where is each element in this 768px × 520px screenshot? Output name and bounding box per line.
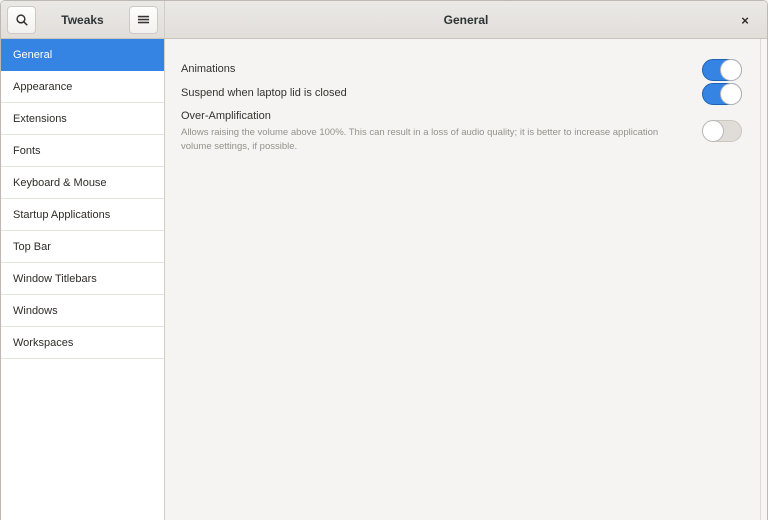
over-amplification-toggle[interactable] [702,120,742,142]
setting-label: Animations [181,62,688,76]
suspend-lid-toggle[interactable] [702,83,742,105]
main-panel: General × Animations Suspend when laptop… [165,1,767,520]
sidebar-item-label: Windows [13,305,58,317]
setting-text: Suspend when laptop lid is closed [181,86,702,100]
sidebar-item-label: Startup Applications [13,209,110,221]
hamburger-menu-icon [137,13,150,26]
setting-row-over-amplification: Over-Amplification Allows raising the vo… [181,109,742,153]
main-headerbar: General × [165,1,767,39]
tweaks-window: Tweaks General Appearance Extensions Fon… [0,0,768,520]
close-icon: × [741,14,749,27]
setting-description: Allows raising the volume above 100%. Th… [181,126,688,153]
sidebar-list: General Appearance Extensions Fonts Keyb… [1,39,164,520]
content-wrap: Animations Suspend when laptop lid is cl… [165,39,767,520]
toggle-knob [702,120,724,142]
setting-row-animations: Animations [181,58,742,81]
sidebar-item-label: Appearance [13,81,72,93]
sidebar-item-top-bar[interactable]: Top Bar [1,231,164,263]
setting-label: Over-Amplification [181,109,688,123]
sidebar-item-general[interactable]: General [1,39,164,71]
page-title: General [444,13,489,27]
sidebar-item-label: Top Bar [13,241,51,253]
sidebar-item-workspaces[interactable]: Workspaces [1,327,164,359]
menu-button[interactable] [129,6,158,34]
search-button[interactable] [7,6,36,34]
sidebar-item-window-titlebars[interactable]: Window Titlebars [1,263,164,295]
sidebar: Tweaks General Appearance Extensions Fon… [1,1,165,520]
close-button[interactable]: × [733,8,757,32]
app-title: Tweaks [36,13,129,27]
sidebar-item-startup-applications[interactable]: Startup Applications [1,199,164,231]
setting-text: Animations [181,62,702,76]
sidebar-item-appearance[interactable]: Appearance [1,71,164,103]
sidebar-item-fonts[interactable]: Fonts [1,135,164,167]
sidebar-item-extensions[interactable]: Extensions [1,103,164,135]
sidebar-item-label: Extensions [13,113,67,125]
settings-list: Animations Suspend when laptop lid is cl… [165,39,760,520]
scrollbar-gutter[interactable] [760,39,767,520]
toggle-knob [720,83,742,105]
sidebar-item-label: Keyboard & Mouse [13,177,107,189]
sidebar-item-label: General [13,49,52,61]
sidebar-item-label: Window Titlebars [13,273,97,285]
animations-toggle[interactable] [702,59,742,81]
sidebar-item-windows[interactable]: Windows [1,295,164,327]
sidebar-item-keyboard-mouse[interactable]: Keyboard & Mouse [1,167,164,199]
search-icon [15,13,29,27]
setting-label: Suspend when laptop lid is closed [181,86,688,100]
sidebar-item-label: Workspaces [13,337,73,349]
sidebar-headerbar: Tweaks [1,1,164,39]
setting-row-suspend-lid: Suspend when laptop lid is closed [181,82,742,105]
setting-text: Over-Amplification Allows raising the vo… [181,109,702,153]
toggle-knob [720,59,742,81]
sidebar-item-label: Fonts [13,145,41,157]
